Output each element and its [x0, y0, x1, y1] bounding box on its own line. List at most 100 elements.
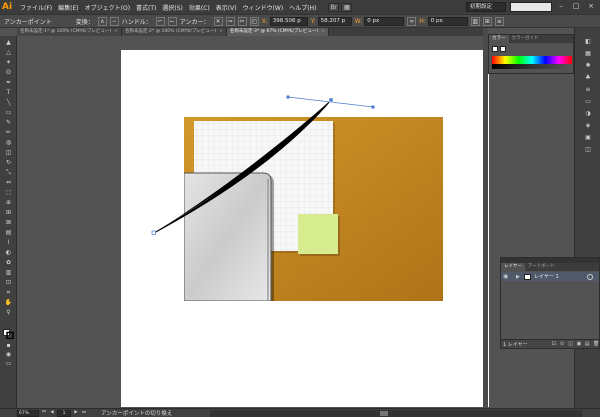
- zoom-select[interactable]: 67%: [17, 409, 39, 417]
- first-artboard-icon[interactable]: ⏮: [41, 410, 47, 416]
- artboard[interactable]: [121, 50, 489, 407]
- prev-artboard-icon[interactable]: ◀: [49, 410, 55, 416]
- swatches-icon[interactable]: ▦: [583, 50, 593, 58]
- expand-arrow-icon[interactable]: ▶: [516, 274, 522, 280]
- color-spectrum[interactable]: [492, 56, 572, 64]
- lasso-icon[interactable]: ʘ: [3, 69, 14, 77]
- handle-hide-icon[interactable]: ⌙: [167, 16, 177, 26]
- mesh-icon[interactable]: ⊠: [3, 219, 14, 227]
- artboard-number[interactable]: 1: [57, 409, 71, 417]
- menu-select[interactable]: 選択(S): [162, 3, 183, 12]
- brushes-icon[interactable]: ✺: [583, 62, 593, 70]
- selection-icon[interactable]: ▲: [3, 39, 14, 47]
- symbol-sprayer-icon[interactable]: ✿: [3, 259, 14, 267]
- symbols-icon[interactable]: ♣: [583, 74, 593, 82]
- convert-corner-icon[interactable]: ∧: [97, 16, 107, 26]
- anchor-point[interactable]: [328, 97, 334, 103]
- layer-row[interactable]: ◉ ▶ レイヤー 1: [501, 272, 599, 281]
- arrange-documents-icon[interactable]: ▦: [341, 2, 353, 12]
- last-artboard-icon[interactable]: ⏭: [81, 410, 87, 416]
- tab-document-3[interactable]: 名称未設定-3* @ 67% (CMYK/プレビュー) ×: [226, 28, 329, 36]
- locate-object-icon[interactable]: ⊡: [552, 341, 557, 347]
- menu-file[interactable]: ファイル(F): [20, 3, 52, 12]
- pen-path-overlay[interactable]: [121, 50, 489, 407]
- stroke-icon[interactable]: ≡: [583, 86, 593, 94]
- link-icon[interactable]: ∞: [407, 16, 417, 26]
- appearance-icon[interactable]: ◈: [583, 122, 593, 130]
- rotate-icon[interactable]: ↻: [3, 159, 14, 167]
- brush-icon[interactable]: ✎: [3, 119, 14, 127]
- menu-view[interactable]: 表示(V): [216, 3, 237, 12]
- menu-window[interactable]: ウィンドウ(W): [243, 3, 284, 12]
- type-icon[interactable]: T: [3, 89, 14, 97]
- blob-brush-icon[interactable]: ◍: [3, 139, 14, 147]
- screen-mode-icon[interactable]: ▭: [3, 360, 14, 368]
- handle-show-icon[interactable]: ⌐: [155, 16, 165, 26]
- menu-help[interactable]: ヘルプ(H): [289, 3, 316, 12]
- pen-icon[interactable]: ✒: [3, 79, 14, 87]
- tab-document-2[interactable]: 名称未設定-2* @ 100% (CMYK/プレビュー) ×: [121, 28, 227, 36]
- remove-anchor-icon[interactable]: ✕: [213, 16, 223, 26]
- isolate-icon[interactable]: ◰: [249, 16, 259, 26]
- black-curve-path[interactable]: [153, 99, 332, 234]
- transparency-icon[interactable]: ◑: [583, 110, 593, 118]
- tab-artboards[interactable]: アートボード: [525, 263, 558, 271]
- tab-layers[interactable]: レイヤー: [501, 263, 525, 271]
- close-icon[interactable]: ×: [219, 28, 223, 36]
- next-artboard-icon[interactable]: ▶: [73, 410, 79, 416]
- anchor-point[interactable]: [151, 230, 156, 235]
- slice-icon[interactable]: ⌗: [3, 289, 14, 297]
- scale-icon[interactable]: ⤡: [3, 169, 14, 177]
- eraser-icon[interactable]: ◫: [3, 149, 14, 157]
- tab-document-1[interactable]: 名称未設定-1* @ 100% (CMYK/プレビュー) ×: [17, 28, 122, 36]
- new-layer-icon[interactable]: ▣: [576, 341, 581, 347]
- artboard-icon[interactable]: ⊡: [3, 279, 14, 287]
- shape-builder-icon[interactable]: ⊕: [3, 199, 14, 207]
- draw-mode-icon[interactable]: ◉: [3, 351, 14, 359]
- search-input[interactable]: [510, 2, 552, 12]
- control-menu-icon[interactable]: ≡: [494, 16, 504, 26]
- h-field[interactable]: 0 px: [427, 16, 468, 26]
- color-panel-icon[interactable]: ◧: [583, 38, 593, 46]
- y-field[interactable]: 58.207 p: [317, 16, 352, 26]
- canvas[interactable]: [17, 36, 489, 408]
- target-icon[interactable]: [586, 273, 593, 280]
- tab-color-guide[interactable]: カラーガイド: [509, 35, 542, 43]
- horizontal-scrollbar[interactable]: [210, 410, 582, 417]
- new-sublayer-icon[interactable]: ◫: [568, 341, 573, 347]
- align-icon[interactable]: ▥: [470, 16, 480, 26]
- layer-options-icon[interactable]: ▤: [585, 341, 590, 347]
- eye-icon[interactable]: ◉: [503, 273, 510, 280]
- menu-type[interactable]: 書式(T): [136, 3, 156, 12]
- zoom-icon[interactable]: ⚲: [3, 309, 14, 317]
- cut-path-icon[interactable]: ✂: [237, 16, 247, 26]
- menu-effect[interactable]: 効果(C): [189, 3, 210, 12]
- menu-object[interactable]: オブジェクト(O): [85, 3, 130, 12]
- direction-handle-point[interactable]: [371, 105, 375, 109]
- workspace-select[interactable]: 初期設定: [466, 2, 506, 12]
- direct-selection-icon[interactable]: △: [3, 49, 14, 57]
- graphic-styles-icon[interactable]: ▣: [583, 134, 593, 142]
- gradient-panel-icon[interactable]: ▭: [583, 98, 593, 106]
- blend-icon[interactable]: ◐: [3, 249, 14, 257]
- magic-wand-icon[interactable]: ✦: [3, 59, 14, 67]
- transform-icon[interactable]: ⊞: [482, 16, 492, 26]
- horizontal-scroll-thumb[interactable]: [380, 411, 388, 416]
- x-field[interactable]: 398.506 p: [269, 16, 308, 26]
- stroke-swatch[interactable]: [500, 46, 506, 52]
- gradient-icon[interactable]: ▤: [3, 229, 14, 237]
- close-icon[interactable]: ×: [321, 28, 325, 36]
- hand-icon[interactable]: ✋: [3, 299, 14, 307]
- tab-color[interactable]: カラー: [489, 35, 509, 43]
- color-spectrum-dark[interactable]: [492, 64, 572, 69]
- close-icon[interactable]: ×: [114, 28, 118, 36]
- trash-icon[interactable]: 🗑: [593, 341, 599, 347]
- bridge-icon[interactable]: Br: [328, 2, 340, 12]
- convert-smooth-icon[interactable]: ∽: [109, 16, 119, 26]
- width-icon[interactable]: ⇔: [3, 179, 14, 187]
- direction-handle-point[interactable]: [286, 95, 290, 99]
- free-transform-icon[interactable]: ⬚: [3, 189, 14, 197]
- connect-anchor-icon[interactable]: ⊸: [225, 16, 235, 26]
- perspective-icon[interactable]: ⊞: [3, 209, 14, 217]
- eyedropper-icon[interactable]: ⌇: [3, 239, 14, 247]
